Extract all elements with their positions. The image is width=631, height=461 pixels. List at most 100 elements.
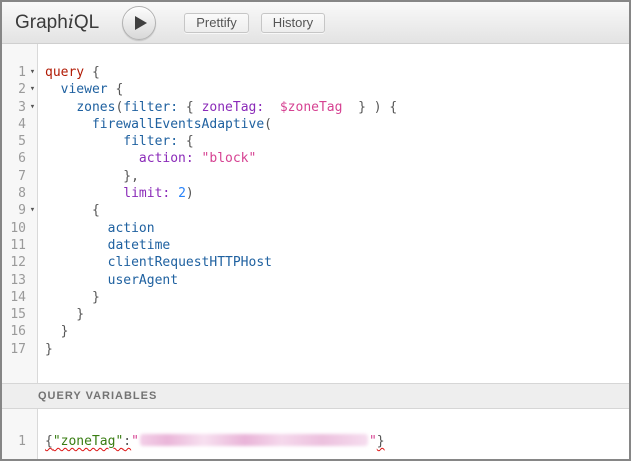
code-text[interactable]: } [38,289,100,306]
execute-query-button[interactable] [122,6,156,40]
code-line[interactable]: 1{"zoneTag":""} [2,433,629,450]
gutter-cell: 6 [2,150,38,167]
code-line[interactable]: 16 } [2,323,629,340]
prettify-button[interactable]: Prettify [184,13,248,33]
fold-arrow-icon[interactable]: ▾ [27,64,38,81]
code-token: { [178,100,201,115]
code-token [45,82,61,97]
query-editor[interactable]: 1▾query {2▾ viewer {3▾ zones(filter: { z… [2,44,629,383]
code-text[interactable]: clientRequestHTTPHost [38,254,272,271]
code-token: }, [45,169,139,184]
fold-spacer [27,254,38,271]
code-token [45,221,108,236]
variables-code-lines: 1{"zoneTag":""} [2,409,629,450]
fold-spacer [27,116,38,133]
code-text[interactable]: firewallEventsAdaptive( [38,116,272,133]
gutter-cell: 10 [2,220,38,237]
code-line[interactable]: 9▾ { [2,202,629,219]
code-text[interactable]: zones(filter: { zoneTag: $zoneTag } ) { [38,99,397,116]
code-line[interactable]: 6 action: "block" [2,150,629,167]
line-number: 4 [2,116,27,133]
code-token [45,186,123,201]
fold-spacer [27,150,38,167]
line-number: 10 [2,220,27,237]
code-text[interactable]: limit: 2) [38,185,194,202]
history-button[interactable]: History [261,13,325,33]
code-token: } [45,324,68,339]
fold-arrow-icon[interactable]: ▾ [27,202,38,219]
code-text[interactable]: } [38,306,84,323]
code-token: ( [264,117,272,132]
code-token: 2 [178,186,186,201]
line-number: 1 [2,64,27,81]
code-line[interactable]: 10 action [2,220,629,237]
code-text[interactable]: } [38,341,53,358]
code-token [45,238,108,253]
code-token: { [84,65,100,80]
line-number: 5 [2,133,27,150]
fold-spacer [27,341,38,358]
line-number: 3 [2,99,27,116]
code-line[interactable]: 15 } [2,306,629,323]
code-line[interactable]: 8 limit: 2) [2,185,629,202]
code-line[interactable]: 1▾query { [2,64,629,81]
code-token: } [45,342,53,357]
gutter-cell: 7 [2,168,38,185]
line-number: 8 [2,185,27,202]
code-line[interactable]: 5 filter: { [2,133,629,150]
code-text[interactable]: userAgent [38,272,178,289]
gutter-cell: 3▾ [2,99,38,116]
code-line[interactable]: 3▾ zones(filter: { zoneTag: $zoneTag } )… [2,99,629,116]
code-token: zoneTag: [202,100,265,115]
query-variables-header[interactable]: QUERY VARIABLES [2,383,629,409]
code-token: action: [139,151,194,166]
code-line[interactable]: 11 datetime [2,237,629,254]
code-text[interactable]: datetime [38,237,170,254]
code-line[interactable]: 4 firewallEventsAdaptive( [2,116,629,133]
code-token [45,273,108,288]
gutter-cell: 4 [2,116,38,133]
code-text[interactable]: }, [38,168,139,185]
code-token [264,100,280,115]
code-text[interactable]: action [38,220,155,237]
gutter-cell: 1 [2,433,38,450]
code-text[interactable]: filter: { [38,133,194,150]
code-token: } [45,307,84,322]
code-token: { [45,434,53,449]
code-line[interactable]: 2▾ viewer { [2,81,629,98]
gutter-cell: 14 [2,289,38,306]
gutter-cell: 17 [2,341,38,358]
fold-arrow-icon[interactable]: ▾ [27,81,38,98]
code-token: { [45,203,100,218]
gutter-cell: 11 [2,237,38,254]
code-line[interactable]: 13 userAgent [2,272,629,289]
code-text[interactable]: {"zoneTag":""} [38,433,385,450]
line-number: 13 [2,272,27,289]
code-token: : [123,434,131,449]
code-text[interactable]: { [38,202,100,219]
code-line[interactable]: 14 } [2,289,629,306]
code-line[interactable]: 17} [2,341,629,358]
code-text[interactable]: viewer { [38,81,123,98]
line-number: 11 [2,237,27,254]
code-text[interactable]: } [38,323,68,340]
variables-editor[interactable]: 1{"zoneTag":""} [2,409,629,459]
code-line[interactable]: 12 clientRequestHTTPHost [2,254,629,271]
code-token [45,255,108,270]
gutter-cell: 2▾ [2,81,38,98]
code-token: " [369,434,377,449]
code-token: userAgent [108,273,178,288]
app-title-part1: Graph [15,12,68,33]
redacted-value [140,434,368,446]
code-token: $zoneTag [280,100,343,115]
gutter-cell: 16 [2,323,38,340]
code-line[interactable]: 7 }, [2,168,629,185]
code-text[interactable]: action: "block" [38,150,256,167]
fold-arrow-icon[interactable]: ▾ [27,99,38,116]
line-number: 16 [2,323,27,340]
code-token: filter: [123,134,178,149]
gutter-cell: 12 [2,254,38,271]
line-number: 1 [2,433,27,450]
code-text[interactable]: query { [38,64,100,81]
gutter-cell: 5 [2,133,38,150]
